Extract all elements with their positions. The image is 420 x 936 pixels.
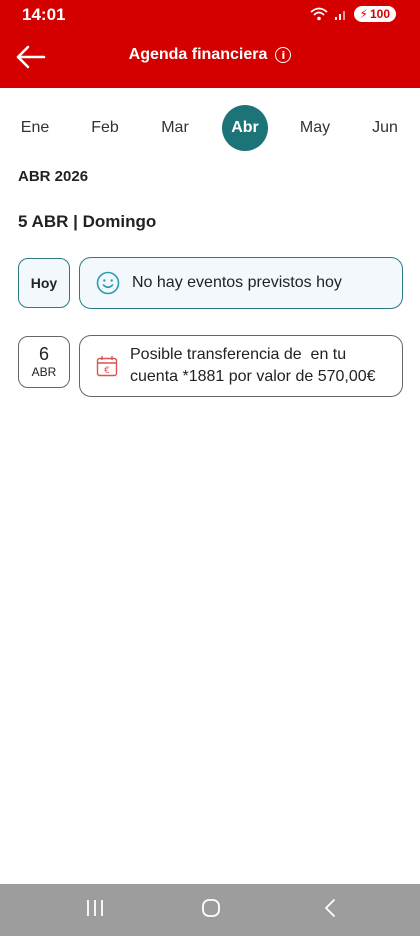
- status-time: 14:01: [22, 5, 66, 24]
- tab-month-mar[interactable]: Mar: [152, 105, 198, 151]
- today-label: Hoy: [30, 275, 58, 291]
- smiley-icon: [96, 271, 120, 295]
- today-date-box: Hoy: [18, 258, 70, 308]
- system-nav-bar: [0, 884, 420, 936]
- header-bar: Agenda financiera i: [0, 30, 420, 86]
- no-events-card: No hay eventos previstos hoy: [79, 257, 403, 309]
- day-heading: 5 ABR | Domingo: [18, 212, 157, 231]
- back-icon[interactable]: [322, 898, 338, 918]
- event-description: Posible transferencia de en tu cuenta *1…: [130, 344, 376, 388]
- calendar-euro-icon: €: [96, 356, 118, 377]
- status-bar: 14:01 ⚡ 100: [0, 0, 420, 30]
- event-day: 6: [38, 344, 49, 364]
- event-card[interactable]: € Posible transferencia de en tu cuenta …: [79, 335, 403, 397]
- recent-apps-icon[interactable]: [86, 898, 104, 918]
- tab-month-feb[interactable]: Feb: [82, 105, 128, 151]
- event-date-box: 6 ABR: [18, 336, 70, 388]
- title-group: Agenda financiera i: [0, 46, 420, 64]
- tab-month-jun[interactable]: Jun: [362, 105, 408, 151]
- signal-icon: [334, 11, 345, 20]
- tab-month-ene[interactable]: Ene: [12, 105, 58, 151]
- tab-month-may[interactable]: May: [292, 105, 338, 151]
- year-label: ABR 2026: [18, 168, 89, 185]
- svg-text:€: €: [104, 366, 110, 376]
- battery-bolt-icon: ⚡: [359, 7, 368, 21]
- battery-level: 100: [369, 7, 390, 21]
- info-icon[interactable]: i: [275, 47, 292, 63]
- wifi-icon: [309, 7, 328, 21]
- battery-indicator: ⚡ 100: [353, 6, 396, 22]
- tab-month-abr[interactable]: Abr: [222, 105, 268, 151]
- month-tabs: Ene Feb Mar Abr May Jun: [0, 100, 420, 156]
- no-events-text: No hay eventos previstos hoy: [132, 274, 342, 291]
- app-header: 14:01 ⚡ 100 Agenda financiera i: [0, 0, 420, 88]
- event-month: ABR: [31, 365, 57, 379]
- event-line-1: Posible transferencia de en tu: [130, 346, 347, 363]
- home-icon[interactable]: [201, 898, 221, 918]
- status-icons: ⚡ 100: [309, 6, 396, 22]
- event-line-2: cuenta *1881 por valor de 570,00€: [130, 368, 376, 385]
- page-title: Agenda financiera: [128, 46, 268, 63]
